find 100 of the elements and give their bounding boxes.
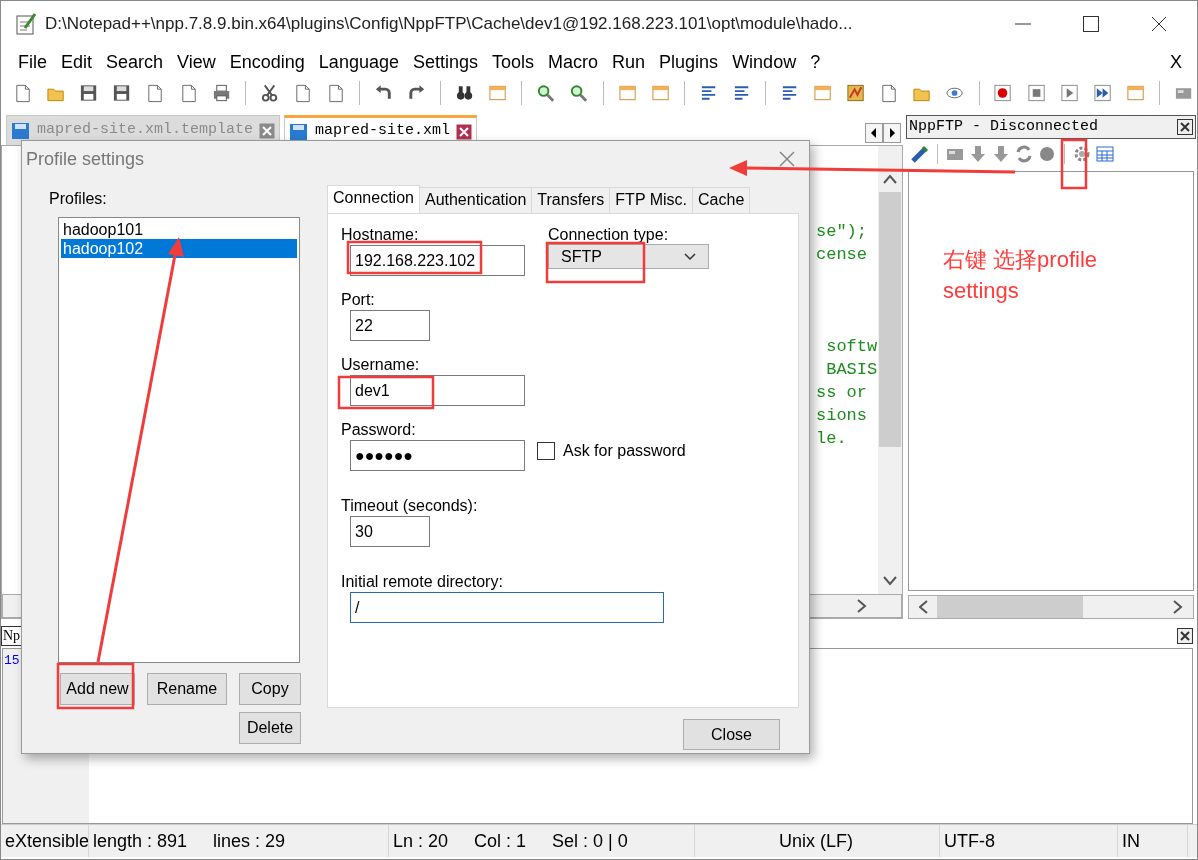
binoculars-icon[interactable] bbox=[455, 83, 475, 103]
status-text: UTF-8 bbox=[944, 829, 995, 853]
close-icon[interactable] bbox=[1177, 628, 1193, 644]
menu-item[interactable]: File bbox=[11, 48, 54, 76]
dialog-button[interactable]: Copy bbox=[239, 673, 301, 705]
window-icon[interactable] bbox=[650, 83, 670, 103]
field-label: Port: bbox=[341, 291, 375, 308]
checkbox-option[interactable]: Ask for password bbox=[537, 439, 686, 463]
menu-item[interactable]: Edit bbox=[54, 48, 100, 76]
close-icon[interactable] bbox=[1151, 16, 1167, 32]
status-text: eXtensible bbox=[5, 829, 88, 853]
window-icon[interactable] bbox=[488, 83, 508, 103]
menu-item[interactable]: View bbox=[170, 48, 223, 76]
down-arrow-icon[interactable] bbox=[968, 144, 988, 164]
code-text: ss or bbox=[816, 383, 867, 402]
plug-icon[interactable] bbox=[910, 144, 930, 164]
input-field[interactable]: 22 bbox=[350, 310, 430, 341]
fast-forward-icon[interactable] bbox=[1092, 83, 1112, 103]
close-icon[interactable] bbox=[1177, 119, 1193, 135]
input-field[interactable]: dev1 bbox=[350, 375, 525, 406]
dialog-title: Profile settings bbox=[26, 147, 145, 171]
status-text: Col : 1 bbox=[474, 829, 527, 853]
window-icon[interactable] bbox=[617, 83, 637, 103]
notepad-icon bbox=[15, 12, 37, 36]
dialog-button[interactable]: Rename bbox=[147, 673, 227, 705]
floppy-icon bbox=[289, 121, 310, 142]
page-icon[interactable] bbox=[145, 83, 165, 103]
field-label: Username: bbox=[341, 356, 420, 373]
menu-item[interactable]: Window bbox=[725, 48, 804, 76]
scissors-icon[interactable] bbox=[259, 83, 279, 103]
floppy-icon[interactable] bbox=[112, 83, 132, 103]
input-field[interactable]: 30 bbox=[350, 516, 430, 547]
circle-icon[interactable] bbox=[1037, 144, 1057, 164]
status-text: IN bbox=[1122, 829, 1140, 853]
status-text: lines : 29 bbox=[213, 829, 286, 853]
field-label: Profiles: bbox=[49, 190, 107, 207]
menu-item[interactable]: Macro bbox=[541, 48, 606, 76]
magnifier-icon[interactable] bbox=[536, 83, 556, 103]
record-icon[interactable] bbox=[993, 83, 1013, 103]
field-label: Connection type: bbox=[548, 226, 669, 243]
close-document-button[interactable]: X bbox=[1163, 48, 1189, 76]
highlight-box bbox=[1060, 138, 1088, 190]
dialog-button[interactable]: Delete bbox=[239, 712, 301, 744]
scroll-right-icon[interactable] bbox=[883, 123, 901, 143]
menu-item[interactable]: Settings bbox=[405, 48, 485, 76]
play-icon[interactable] bbox=[1059, 83, 1079, 103]
profile-item[interactable]: hadoop102 bbox=[61, 239, 297, 258]
code-text: softw bbox=[825, 337, 878, 356]
window-icon[interactable] bbox=[812, 83, 833, 103]
menu-item[interactable]: Search bbox=[99, 48, 171, 76]
status-text: length : 891 bbox=[93, 829, 188, 853]
status-text: Unix (LF) bbox=[779, 829, 853, 853]
dropdown[interactable]: SFTP bbox=[548, 244, 709, 269]
window-title: D:\Notepad++\npp.7.8.9.bin.x64\plugins\Config\NppFTP\Cache\dev1@192.168.223.101\opt\module\hado... bbox=[45, 13, 853, 36]
floppy-icon[interactable] bbox=[79, 83, 99, 103]
tab[interactable]: Cache bbox=[692, 187, 751, 213]
code-text: sions bbox=[816, 406, 867, 425]
code-text: cense bbox=[816, 245, 867, 264]
caret-icon bbox=[684, 252, 696, 261]
status-text: Sel : 0 | 0 bbox=[552, 829, 628, 853]
table-icon[interactable] bbox=[1095, 144, 1115, 164]
page-icon[interactable] bbox=[879, 83, 899, 103]
floppy-icon bbox=[11, 120, 31, 141]
field-label: Initial remote directory: bbox=[341, 573, 503, 590]
magnifier-icon[interactable] bbox=[569, 83, 589, 103]
menu-item[interactable]: Plugins bbox=[652, 48, 726, 76]
field-label: Hostname: bbox=[341, 226, 419, 243]
down-arrow-icon[interactable] bbox=[991, 144, 1011, 164]
window-icon[interactable] bbox=[1125, 83, 1145, 103]
code-text: le. bbox=[816, 429, 847, 448]
field-label: Password: bbox=[341, 421, 416, 438]
menu-item[interactable]: Language bbox=[311, 48, 406, 76]
tab[interactable]: Connection bbox=[327, 185, 420, 213]
status-text: Ln : 20 bbox=[393, 829, 449, 853]
annotation-text: 右键 选择profile settings bbox=[943, 246, 1099, 305]
menu-item[interactable]: Tools bbox=[485, 48, 542, 76]
menu-item[interactable]: Encoding bbox=[222, 48, 312, 76]
input-field[interactable]: 192.168.223.102 bbox=[350, 245, 525, 276]
page-icon[interactable] bbox=[13, 83, 33, 103]
profile-list[interactable]: hadoop101 hadoop102 bbox=[58, 217, 300, 663]
map-icon[interactable] bbox=[846, 83, 866, 103]
input-field[interactable]: ●●●●●● bbox=[350, 440, 525, 471]
input-field[interactable]: / bbox=[350, 592, 664, 623]
printer-icon[interactable] bbox=[211, 83, 231, 103]
profile-item[interactable]: hadoop101 bbox=[61, 220, 297, 239]
dialog-button[interactable]: Add new bbox=[60, 673, 135, 705]
close-button[interactable]: Close bbox=[683, 719, 780, 750]
code-text: se"); bbox=[816, 222, 867, 241]
field-label: Timeout (seconds): bbox=[341, 497, 478, 514]
stop-icon[interactable] bbox=[1026, 83, 1046, 103]
panel-title: NppFTP - Disconnected bbox=[909, 116, 1099, 137]
horizontal-scrollbar[interactable] bbox=[908, 595, 1194, 619]
settings-icon[interactable] bbox=[1072, 144, 1092, 164]
close-icon[interactable] bbox=[456, 123, 473, 140]
refresh-icon[interactable] bbox=[1014, 144, 1034, 164]
scroll-left-icon[interactable] bbox=[865, 123, 883, 143]
maximize-icon[interactable] bbox=[1083, 16, 1099, 32]
vertical-scrollbar[interactable] bbox=[878, 146, 902, 594]
menu-item[interactable]: ? bbox=[803, 48, 828, 76]
menu-item[interactable]: Run bbox=[605, 48, 653, 76]
